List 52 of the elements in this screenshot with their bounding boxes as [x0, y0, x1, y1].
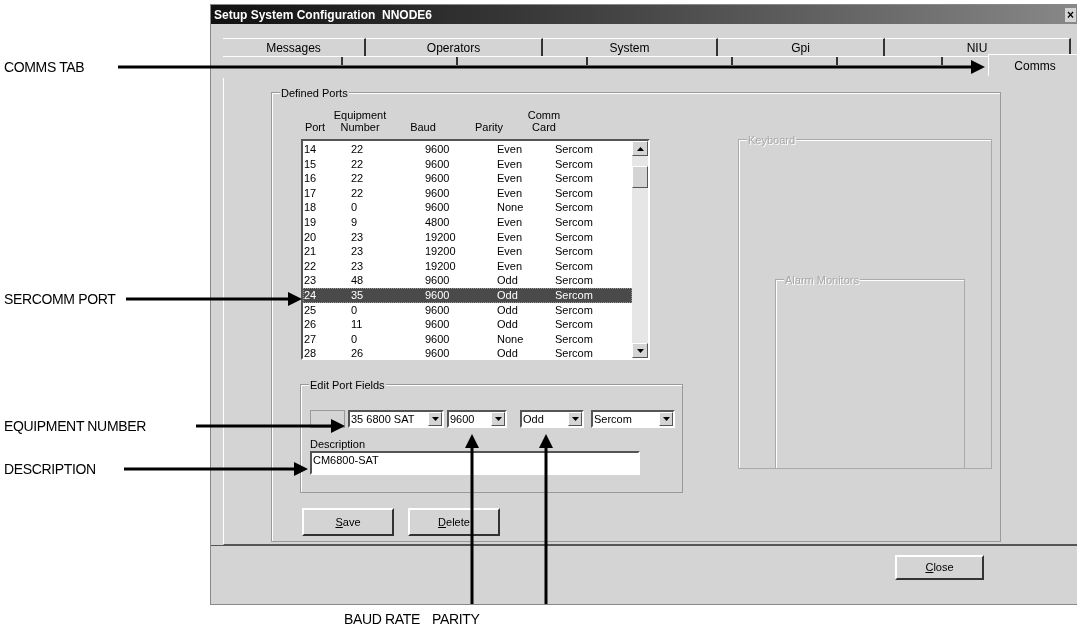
column-header: Parity [473, 121, 505, 133]
close-icon[interactable]: × [1065, 7, 1076, 22]
list-row[interactable]: 17 22 9600 Even Sercom [303, 185, 632, 201]
tab[interactable]: Gpi [718, 38, 885, 56]
list-row[interactable]: 16 22 9600 Even Sercom [303, 171, 632, 186]
window-title: Setup System Configuration NNODE6 [214, 6, 433, 24]
callout-label: PARITY [432, 610, 480, 628]
column-header: Equipment Number [332, 109, 388, 133]
dropdown[interactable]: Odd [520, 410, 584, 428]
list-row[interactable]: 20 23 19200 Even Sercom [303, 229, 632, 245]
dropdown-arrow-icon[interactable] [571, 417, 579, 421]
list-row[interactable]: 23 48 9600 Odd Sercom [303, 273, 632, 288]
callout-label: EQUIPMENT NUMBER [4, 417, 146, 435]
list-row[interactable]: 21 23 19200 Even Sercom [303, 244, 632, 259]
list-row[interactable]: 22 23 19200 Even Sercom [303, 258, 632, 274]
column-header: Port [303, 121, 327, 133]
column-header: Comm Card [526, 109, 562, 133]
callout-label: DESCRIPTION [4, 460, 96, 478]
action-button[interactable]: Save [302, 508, 394, 536]
action-button[interactable]: Delete [408, 508, 500, 536]
tab[interactable]: NIU [885, 38, 1071, 56]
list-row[interactable]: 24 35 9600 Odd Sercom [303, 287, 632, 303]
column-header: Baud [409, 121, 437, 133]
scroll-up-icon[interactable] [632, 141, 648, 156]
dropdown-arrow-icon[interactable] [494, 417, 502, 421]
description-field[interactable]: CM6800-SAT [310, 451, 640, 475]
list-row[interactable]: 19 9 4800 Even Sercom [303, 214, 632, 230]
callout-label: SERCOMM PORT [4, 290, 116, 308]
dropdown-arrow-icon[interactable] [431, 417, 439, 421]
callout-label: COMMS TAB [4, 58, 85, 76]
tab[interactable]: System [543, 38, 718, 56]
callout-label: BAUD RATE [344, 610, 420, 628]
list-row[interactable]: 15 22 9600 Even Sercom [303, 156, 632, 172]
scroll-thumb[interactable] [632, 165, 648, 188]
list-row[interactable]: 14 22 9600 Even Sercom [303, 142, 632, 157]
tab[interactable]: Messages [223, 38, 366, 56]
list-row[interactable]: 25 0 9600 Odd Sercom [303, 302, 632, 318]
dropdown-arrow-icon[interactable] [662, 417, 670, 421]
tab[interactable]: Comms [988, 54, 1077, 76]
scrollbar[interactable] [632, 141, 648, 358]
tab[interactable]: Operators [366, 38, 543, 56]
dropdown[interactable]: 9600 [447, 410, 507, 428]
dropdown[interactable]: Sercom [591, 410, 675, 428]
list-row[interactable]: 26 11 9600 Odd Sercom [303, 317, 632, 332]
port-list[interactable] [301, 139, 650, 360]
scroll-down-icon[interactable] [632, 343, 648, 358]
field-label: Description [310, 438, 366, 451]
list-row[interactable]: 28 26 9600 Odd Sercom [303, 346, 632, 361]
list-row[interactable]: 27 0 9600 None Sercom [303, 331, 632, 347]
dropdown[interactable]: 35 6800 SAT [348, 410, 444, 428]
close-button[interactable]: Close [895, 555, 984, 580]
list-row[interactable]: 18 0 9600 None Sercom [303, 200, 632, 215]
